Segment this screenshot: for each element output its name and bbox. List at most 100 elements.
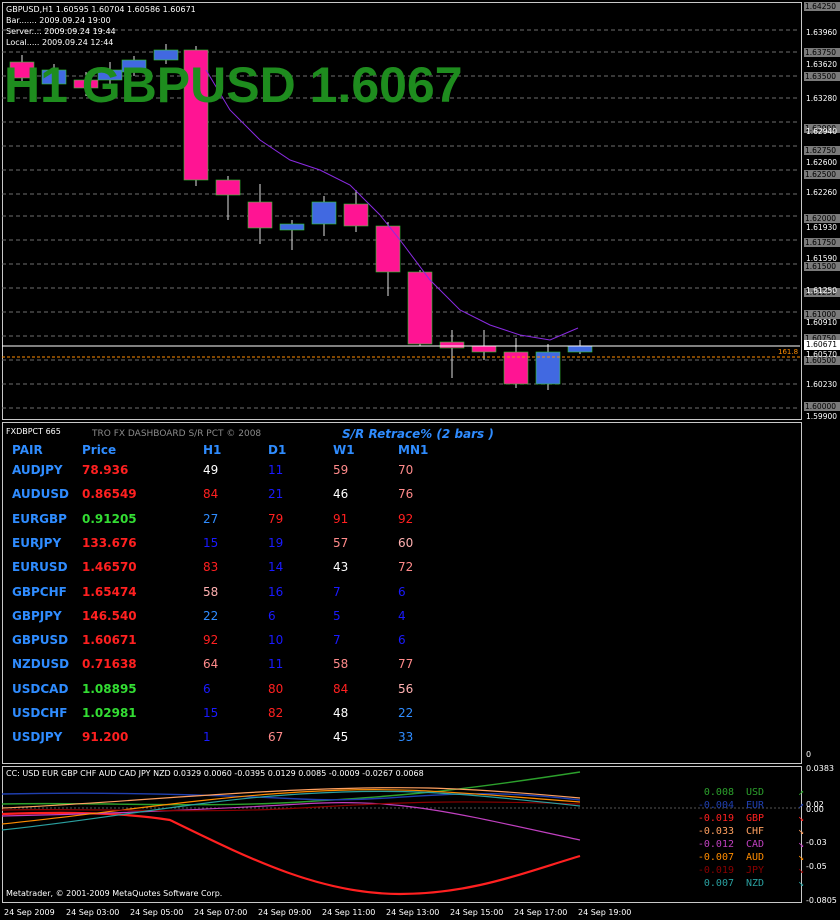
pair-cell: GBPCHF [12, 584, 67, 599]
price-level-tag: 1.61500 [804, 262, 840, 271]
price-cell: 91.200 [82, 730, 129, 745]
d1-cell: 82 [268, 706, 284, 720]
ccs-legend-row: 0.007 NZD ↘ [686, 878, 810, 889]
d1-cell: 67 [268, 730, 284, 745]
price-cell: 0.71638 [82, 657, 137, 672]
ccs-name: CAD [746, 839, 765, 850]
h1-cell: 15 [203, 535, 219, 550]
candle-body [215, 179, 241, 196]
dashboard-row: GBPCHF 1.65474 58 16 7 6 [12, 585, 432, 609]
ccs-legend-row: -0.007 AUD ↘ [686, 852, 810, 863]
price-axis-label: 1.63620 [806, 60, 838, 69]
ccs-name: EUR [746, 800, 765, 811]
ccs-arrow: ↘ [798, 852, 805, 863]
w1-cell: 43 [333, 560, 349, 575]
ccs-legend-row: 0.008 USD ↗ [686, 787, 810, 798]
currency-strength-canvas[interactable] [0, 764, 800, 904]
time-axis-label: 24 Sep 09:00 [258, 908, 312, 917]
price-cell: 1.46570 [82, 560, 137, 575]
h1-cell: 83 [203, 560, 219, 575]
price-cell: 1.60671 [82, 633, 137, 648]
col-header-w1: W1 [333, 443, 355, 457]
w1-cell: 57 [333, 535, 349, 550]
indicator-name: FXDBPCT 665 [6, 427, 61, 436]
mn1-cell: 4 [398, 608, 406, 623]
time-axis-label: 24 Sep 03:00 [66, 908, 120, 917]
dashboard-row: AUDJPY 78.936 49 11 59 70 [12, 463, 432, 487]
ccs-name: NZD [746, 878, 765, 889]
ccs-value: -0.033 [697, 826, 734, 837]
ccs-arrow: ↗ [798, 800, 805, 811]
mn1-cell: 22 [398, 706, 414, 720]
gbp-line [1, 811, 581, 896]
ccs-value: -0.019 [697, 813, 734, 824]
dashboard-row: EURJPY 133.676 15 19 57 60 [12, 536, 432, 560]
ccs-value: 0.008 [703, 787, 734, 798]
h1-cell: 84 [203, 487, 219, 502]
h1-cell: 58 [203, 584, 219, 599]
dashboard-copyright: TRO FX DASHBOARD S/R PCT © 2008 [92, 429, 262, 439]
price-axis-label: 1.62940 [806, 127, 838, 136]
price-level-tag: 1.64250 [804, 2, 840, 11]
candle-body [247, 201, 273, 229]
d1-cell: 6 [268, 608, 276, 623]
ccs-value: 0.007 [703, 878, 734, 889]
ccs-value: -0.007 [697, 852, 734, 863]
col-header-pair: PAIR [12, 443, 43, 457]
ccs-name: JPY [746, 865, 765, 876]
price-level-tag: 1.62750 [804, 146, 840, 155]
chart-big-title: H1 GBPUSD 1.6067 [4, 57, 463, 113]
price-cell: 133.676 [82, 535, 137, 550]
current-price-marker: 1.60671 [804, 340, 840, 350]
price-level-tag: 1.63500 [804, 72, 840, 81]
w1-cell: 45 [333, 730, 349, 745]
candle-body [567, 345, 593, 353]
dashboard-row: EURGBP 0.91205 27 79 91 92 [12, 512, 432, 536]
candle-body [279, 223, 305, 231]
pair-cell: EURJPY [12, 535, 62, 550]
price-axis-label: 1.59900 [806, 412, 838, 421]
time-axis-label: 24 Sep 19:00 [578, 908, 632, 917]
ccs-scale-label: -0.0805 [806, 896, 837, 905]
server-time: Server.... 2009.09.24 19:44 [6, 27, 116, 36]
col-header-mn1: MN1 [398, 443, 429, 457]
pair-cell: GBPUSD [12, 633, 69, 648]
ccs-header: CC: USD EUR GBP CHF AUD CAD JPY NZD 0.03… [6, 769, 424, 778]
local-time: Local..... 2009.09.24 12:44 [6, 38, 114, 47]
col-header-d1: D1 [268, 443, 287, 457]
h1-cell: 27 [203, 511, 219, 526]
price-cell: 1.08895 [82, 681, 137, 696]
price-axis-label: 1.63960 [806, 28, 838, 37]
w1-cell: 5 [333, 608, 341, 623]
price-level-tag: 1.62500 [804, 170, 840, 179]
ccs-arrow: ↘ [798, 878, 805, 889]
ccs-name: USD [746, 787, 765, 798]
h1-cell: 64 [203, 657, 219, 672]
time-axis-label: 24 Sep 13:00 [386, 908, 440, 917]
ccs-legend-row: -0.012 CAD ↘ [686, 839, 810, 850]
ccs-legend-row: -0.019 GBP ↘ [686, 813, 810, 824]
price-axis-label: 1.60910 [806, 318, 838, 327]
pair-cell: AUDUSD [12, 487, 69, 502]
bar-time: Bar....... 2009.09.24 19:00 [6, 16, 111, 25]
w1-cell: 7 [333, 584, 341, 599]
price-cell: 1.02981 [82, 706, 137, 720]
ccs-legend-row: -0.033 CHF ↘ [686, 826, 810, 837]
price-axis-label: 1.63280 [806, 94, 838, 103]
h1-cell: 92 [203, 633, 219, 648]
ccs-arrow: ↘ [798, 813, 805, 824]
nzd-line [1, 790, 581, 831]
price-cell: 146.540 [82, 608, 137, 623]
d1-cell: 21 [268, 487, 284, 502]
w1-cell: 58 [333, 657, 349, 672]
dashboard-row: AUDUSD 0.86549 84 21 46 76 [12, 487, 432, 511]
pair-cell: EURGBP [12, 511, 67, 526]
pair-cell: USDJPY [12, 730, 63, 745]
ccs-legend-row: -0.019 JPY ↘ [686, 865, 810, 876]
col-header-h1: H1 [203, 443, 222, 457]
ccs-value: -0.012 [697, 839, 734, 850]
mn1-cell: 6 [398, 584, 406, 599]
ccs-name: CHF [746, 826, 765, 837]
price-cell: 1.65474 [82, 584, 137, 599]
time-axis-label: 24 Sep 2009 [4, 908, 55, 917]
